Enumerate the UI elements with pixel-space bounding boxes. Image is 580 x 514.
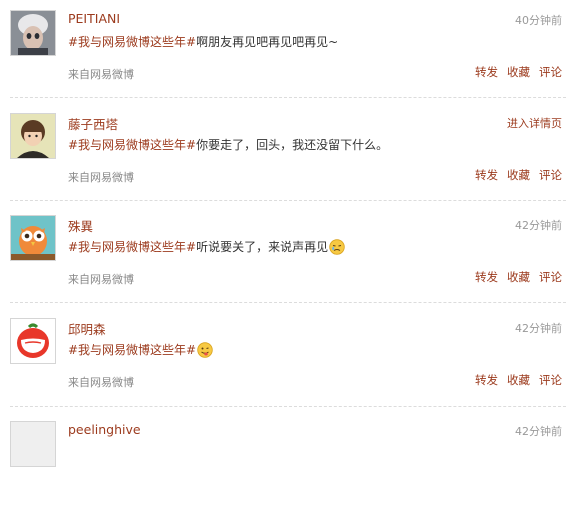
username-link[interactable]: 殊異 <box>68 216 93 235</box>
feed-item: 邱明森 42分钟前 #我与网易微博这些年# 来自网易微博 转发 收藏 评论 <box>0 308 580 411</box>
avatar[interactable] <box>10 10 56 56</box>
username-link[interactable]: 邱明森 <box>68 319 106 338</box>
username-link[interactable]: 藤子西塔 <box>68 114 118 133</box>
favorite-button[interactable]: 收藏 <box>507 270 530 284</box>
post-actions: 转发 收藏 评论 <box>466 372 562 388</box>
comment-button[interactable]: 评论 <box>539 270 562 284</box>
crying-face-icon <box>329 239 345 255</box>
post-source: 来自网易微博 <box>68 68 134 81</box>
post-text: 听说要关了，来说声再见 <box>196 240 329 254</box>
post-time[interactable]: 42分钟前 <box>515 320 562 336</box>
feed-item: PEITIANI 40分钟前 #我与网易微博这些年#啊朋友再见吧再见吧再见~ 来… <box>0 0 580 103</box>
username-link[interactable]: peelinghive <box>68 422 141 437</box>
comment-button[interactable]: 评论 <box>539 373 562 387</box>
post-content: #我与网易微博这些年#你要走了，回头，我还没留下什么。 <box>68 136 388 153</box>
favorite-button[interactable]: 收藏 <box>507 373 530 387</box>
comment-button[interactable]: 评论 <box>539 168 562 182</box>
divider <box>10 200 566 201</box>
post-time[interactable]: 42分钟前 <box>515 217 562 233</box>
favorite-button[interactable]: 收藏 <box>507 65 530 79</box>
divider <box>10 406 566 407</box>
divider <box>10 97 566 98</box>
post-actions: 转发 收藏 评论 <box>466 167 562 183</box>
hashtag-link[interactable]: #我与网易微博这些年# <box>68 35 196 49</box>
feed-item: 殊異 42分钟前 #我与网易微博这些年#听说要关了，来说声再见 来自网易微博 转… <box>0 205 580 308</box>
post-time[interactable]: 42分钟前 <box>515 423 562 439</box>
post-source: 来自网易微博 <box>68 273 134 286</box>
repost-button[interactable]: 转发 <box>475 65 498 79</box>
feed-item: 藤子西塔 进入详情页 #我与网易微博这些年#你要走了，回头，我还没留下什么。 来… <box>0 103 580 206</box>
post-content: #我与网易微博这些年#听说要关了，来说声再见 <box>68 238 345 255</box>
post-source: 来自网易微博 <box>68 171 134 184</box>
post-source: 来自网易微博 <box>68 376 134 389</box>
divider <box>10 302 566 303</box>
view-details-link[interactable]: 进入详情页 <box>507 115 562 131</box>
favorite-button[interactable]: 收藏 <box>507 168 530 182</box>
post-content: #我与网易微博这些年# <box>68 341 213 358</box>
username-link[interactable]: PEITIANI <box>68 11 120 26</box>
avatar[interactable] <box>10 318 56 364</box>
repost-button[interactable]: 转发 <box>475 168 498 182</box>
avatar[interactable] <box>10 113 56 159</box>
tongue-out-face-icon <box>197 342 213 358</box>
avatar[interactable] <box>10 215 56 261</box>
post-content: #我与网易微博这些年#啊朋友再见吧再见吧再见~ <box>68 33 338 50</box>
post-actions: 转发 收藏 评论 <box>466 64 562 80</box>
hashtag-link[interactable]: #我与网易微博这些年# <box>68 138 196 152</box>
repost-button[interactable]: 转发 <box>475 373 498 387</box>
repost-button[interactable]: 转发 <box>475 270 498 284</box>
hashtag-link[interactable]: #我与网易微博这些年# <box>68 240 196 254</box>
post-text: 你要走了，回头，我还没留下什么。 <box>196 138 389 152</box>
hashtag-link[interactable]: #我与网易微博这些年# <box>68 343 196 357</box>
feed-item: peelinghive 42分钟前 <box>0 411 580 514</box>
post-text: 啊朋友再见吧再见吧再见~ <box>196 35 339 49</box>
post-actions: 转发 收藏 评论 <box>466 269 562 285</box>
comment-button[interactable]: 评论 <box>539 65 562 79</box>
post-time[interactable]: 40分钟前 <box>515 12 562 28</box>
